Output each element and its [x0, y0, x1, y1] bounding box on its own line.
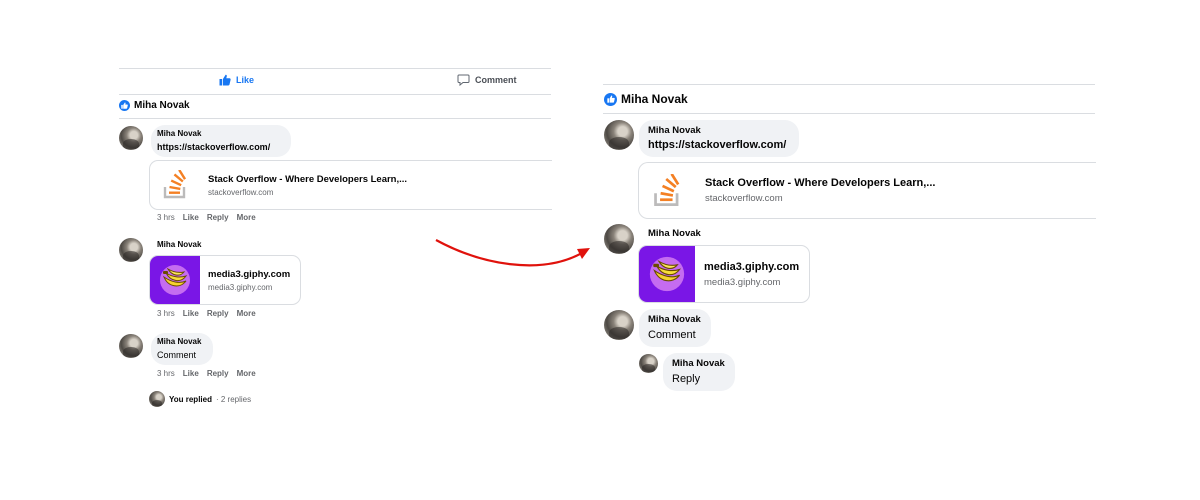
comment-time[interactable]: 3 hrs [157, 369, 175, 378]
comment-link-text[interactable]: https://stackoverflow.com/ [157, 142, 270, 152]
link-preview-domain: media3.giphy.com [208, 282, 273, 292]
comment-bubble: Miha Novak https://stackoverflow.com/ [151, 125, 291, 157]
right-comment-panel: Miha Novak Miha Novak https://stackoverf… [603, 84, 1096, 404]
link-preview-title: media3.giphy.com [704, 260, 800, 273]
comment-text: Comment [157, 350, 197, 360]
comment-action-label: Comment [475, 75, 517, 85]
comment-action-button[interactable]: Comment [457, 74, 517, 86]
giphy-thumbnail [639, 246, 695, 302]
avatar[interactable] [604, 224, 634, 254]
link-preview-card[interactable]: media3.giphy.com media3.giphy.com [149, 255, 301, 305]
comment-more-link[interactable]: More [237, 213, 256, 222]
comment-reply-link[interactable]: Reply [207, 369, 229, 378]
avatar [149, 391, 165, 407]
like-action-button[interactable]: Like [219, 74, 254, 86]
avatar[interactable] [119, 334, 143, 358]
comment-like-link[interactable]: Like [183, 213, 199, 222]
comment-more-link[interactable]: More [237, 369, 256, 378]
comment-text: Comment [648, 329, 696, 341]
banana-sticker-icon [160, 265, 190, 295]
reaction-header: Miha Novak [604, 92, 688, 106]
comment-meta: 3 hrs Like Reply More [157, 369, 256, 378]
link-preview-card[interactable]: Stack Overflow - Where Developers Learn,… [638, 162, 1096, 219]
comment-reply-link[interactable]: Reply [207, 309, 229, 318]
actions-divider [119, 94, 551, 95]
comment-author[interactable]: Miha Novak [157, 337, 201, 346]
reaction-header: Miha Novak [119, 100, 190, 111]
comment-time[interactable]: 3 hrs [157, 213, 175, 222]
top-divider [603, 84, 1095, 85]
comment-bubble: Miha Novak https://stackoverflow.com/ [639, 120, 799, 157]
comment-bubble: Miha Novak Comment [639, 309, 711, 347]
comment-author[interactable]: Miha Novak [648, 125, 701, 136]
comment-meta: 3 hrs Like Reply More [157, 309, 256, 318]
comment-time[interactable]: 3 hrs [157, 309, 175, 318]
stackoverflow-logo-icon [150, 161, 202, 209]
thumbs-up-icon [219, 74, 231, 86]
link-preview-card[interactable]: media3.giphy.com media3.giphy.com [638, 245, 810, 303]
reaction-header-name: Miha Novak [621, 92, 688, 106]
comment-author[interactable]: Miha Novak [648, 314, 701, 325]
giphy-thumbnail [150, 256, 200, 304]
avatar[interactable] [604, 120, 634, 150]
avatar[interactable] [119, 238, 143, 262]
comment-link-text[interactable]: https://stackoverflow.com/ [648, 139, 786, 151]
you-replied-label: You replied [169, 394, 212, 404]
link-preview-domain: media3.giphy.com [704, 276, 781, 288]
comment-author[interactable]: Miha Novak [157, 240, 201, 249]
link-preview-domain: stackoverflow.com [208, 187, 274, 197]
header-divider [119, 118, 551, 119]
link-preview-card[interactable]: Stack Overflow - Where Developers Learn,… [149, 160, 552, 210]
comment-meta: 3 hrs Like Reply More [157, 213, 256, 222]
comment-like-link[interactable]: Like [183, 309, 199, 318]
view-replies-link[interactable]: You replied · 2 replies [149, 391, 251, 407]
header-divider [603, 113, 1095, 114]
reaction-header-name: Miha Novak [134, 100, 190, 111]
comment-reply-link[interactable]: Reply [207, 213, 229, 222]
reply-bubble: Miha Novak Reply [663, 353, 735, 391]
banana-sticker-icon [649, 256, 685, 292]
comment-author[interactable]: Miha Novak [648, 228, 701, 239]
comment-like-link[interactable]: Like [183, 369, 199, 378]
link-preview-title: media3.giphy.com [208, 268, 291, 280]
stackoverflow-logo-icon [639, 163, 697, 218]
avatar[interactable] [604, 310, 634, 340]
top-divider [119, 68, 551, 69]
comment-bubble: Miha Novak Comment [151, 333, 213, 365]
like-badge-icon [604, 92, 617, 106]
link-preview-title: Stack Overflow - Where Developers Learn,… [705, 177, 936, 189]
reply-count: · 2 replies [215, 394, 252, 404]
like-badge-icon [119, 100, 130, 111]
reply-text: Reply [672, 373, 701, 385]
reply-author[interactable]: Miha Novak [672, 358, 725, 369]
speech-bubble-icon [457, 74, 470, 86]
link-preview-title: Stack Overflow - Where Developers Learn,… [208, 173, 408, 185]
avatar[interactable] [119, 126, 143, 150]
comment-author[interactable]: Miha Novak [157, 129, 201, 138]
transition-arrow-icon [435, 239, 590, 267]
comment-more-link[interactable]: More [237, 309, 256, 318]
avatar[interactable] [639, 354, 658, 373]
like-action-label: Like [236, 75, 255, 85]
link-preview-domain: stackoverflow.com [705, 193, 783, 204]
